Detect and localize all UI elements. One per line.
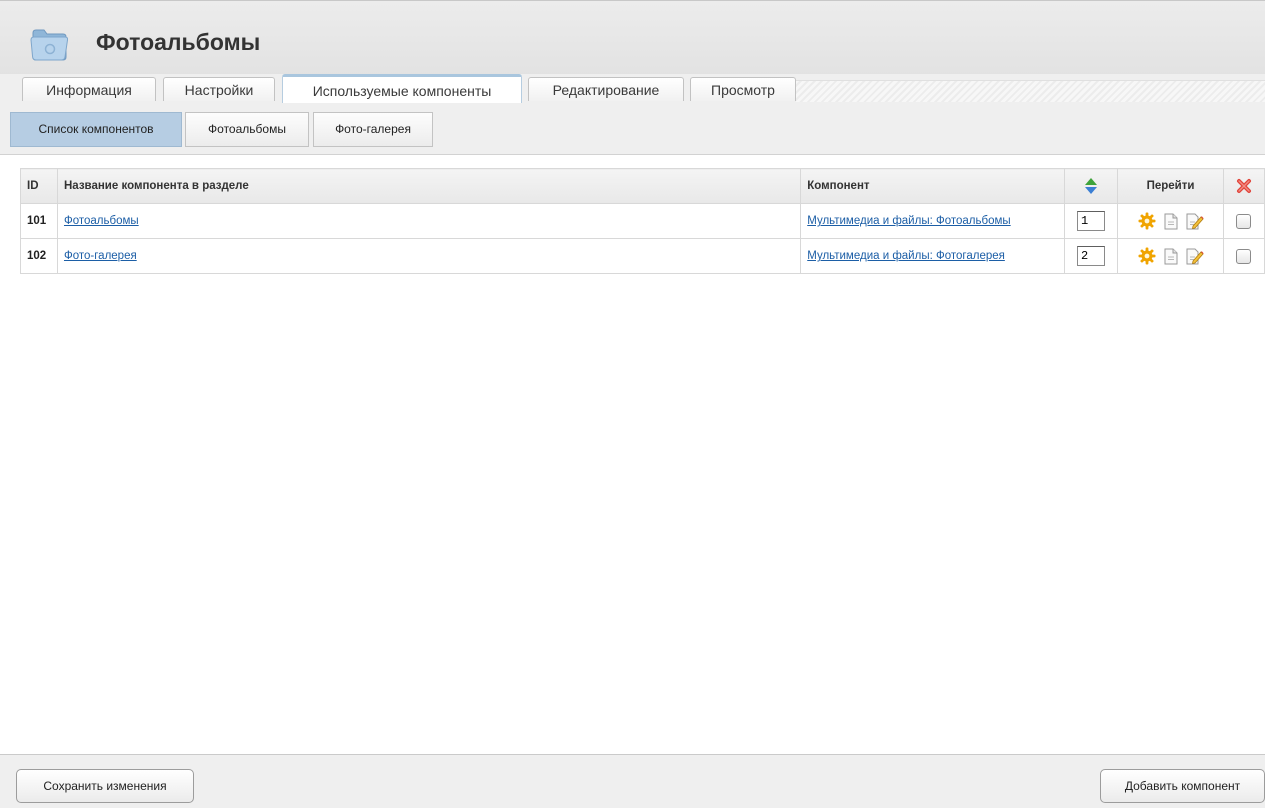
document-icon[interactable] (1164, 213, 1178, 230)
page-title: Фотоальбомы (96, 29, 261, 55)
footer-bar: Сохранить изменения Добавить компонент (0, 754, 1265, 808)
goto-actions (1124, 212, 1217, 230)
edit-document-icon[interactable] (1186, 213, 1204, 230)
subtab-photoalbums[interactable]: Фотоальбомы (185, 112, 309, 147)
gear-icon[interactable] (1138, 247, 1156, 265)
gear-icon[interactable] (1138, 212, 1156, 230)
components-table: ID Название компонента в разделе Компоне… (20, 168, 1265, 274)
tab-used-components[interactable]: Используемые компоненты (282, 74, 522, 103)
order-input[interactable] (1077, 246, 1106, 266)
tab-preview[interactable]: Просмотр (690, 77, 796, 101)
subtab-component-list[interactable]: Список компонентов (10, 112, 182, 147)
page-header: Фотоальбомы (0, 0, 1265, 77)
column-header-order[interactable] (1064, 168, 1119, 204)
tab-editing[interactable]: Редактирование (528, 77, 684, 101)
delete-checkbox[interactable] (1236, 248, 1252, 264)
component-name-link[interactable]: Фото-галерея (64, 250, 137, 262)
subtab-photo-gallery[interactable]: Фото-галерея (313, 112, 433, 147)
folder-icon (30, 29, 68, 61)
main-tabs: Информация Настройки Используемые компон… (0, 74, 1265, 103)
order-input[interactable] (1077, 211, 1106, 231)
component-type-link[interactable]: Мультимедиа и файлы: Фотогалерея (807, 250, 1005, 262)
component-name-link[interactable]: Фотоальбомы (64, 215, 139, 227)
tab-bar-filler (795, 80, 1265, 103)
tab-information[interactable]: Информация (22, 77, 156, 101)
column-header-component: Компонент (800, 168, 1066, 204)
goto-actions (1124, 247, 1217, 265)
save-changes-button[interactable]: Сохранить изменения (16, 769, 194, 803)
tab-settings[interactable]: Настройки (163, 77, 275, 101)
delete-checkbox[interactable] (1236, 213, 1252, 229)
subtab-bar: Список компонентов Фотоальбомы Фото-гале… (0, 102, 1265, 155)
column-header-name: Название компонента в разделе (56, 168, 802, 204)
row-id: 102 (20, 238, 58, 274)
sort-arrows-icon[interactable] (1084, 177, 1098, 195)
column-header-goto: Перейти (1117, 168, 1224, 204)
edit-document-icon[interactable] (1186, 248, 1204, 265)
table-row: 101 Фотоальбомы Мультимедиа и файлы: Фот… (20, 203, 1265, 239)
component-type-link[interactable]: Мультимедиа и файлы: Фотоальбомы (807, 215, 1010, 227)
column-header-id: ID (20, 168, 58, 204)
table-header-row: ID Название компонента в разделе Компоне… (20, 168, 1265, 204)
document-icon[interactable] (1164, 248, 1178, 265)
column-header-delete[interactable] (1222, 168, 1265, 204)
row-id: 101 (20, 203, 58, 239)
table-row: 102 Фото-галерея Мультимедиа и файлы: Фо… (20, 238, 1265, 274)
delete-x-icon[interactable] (1236, 178, 1252, 194)
add-component-button[interactable]: Добавить компонент (1100, 769, 1265, 803)
